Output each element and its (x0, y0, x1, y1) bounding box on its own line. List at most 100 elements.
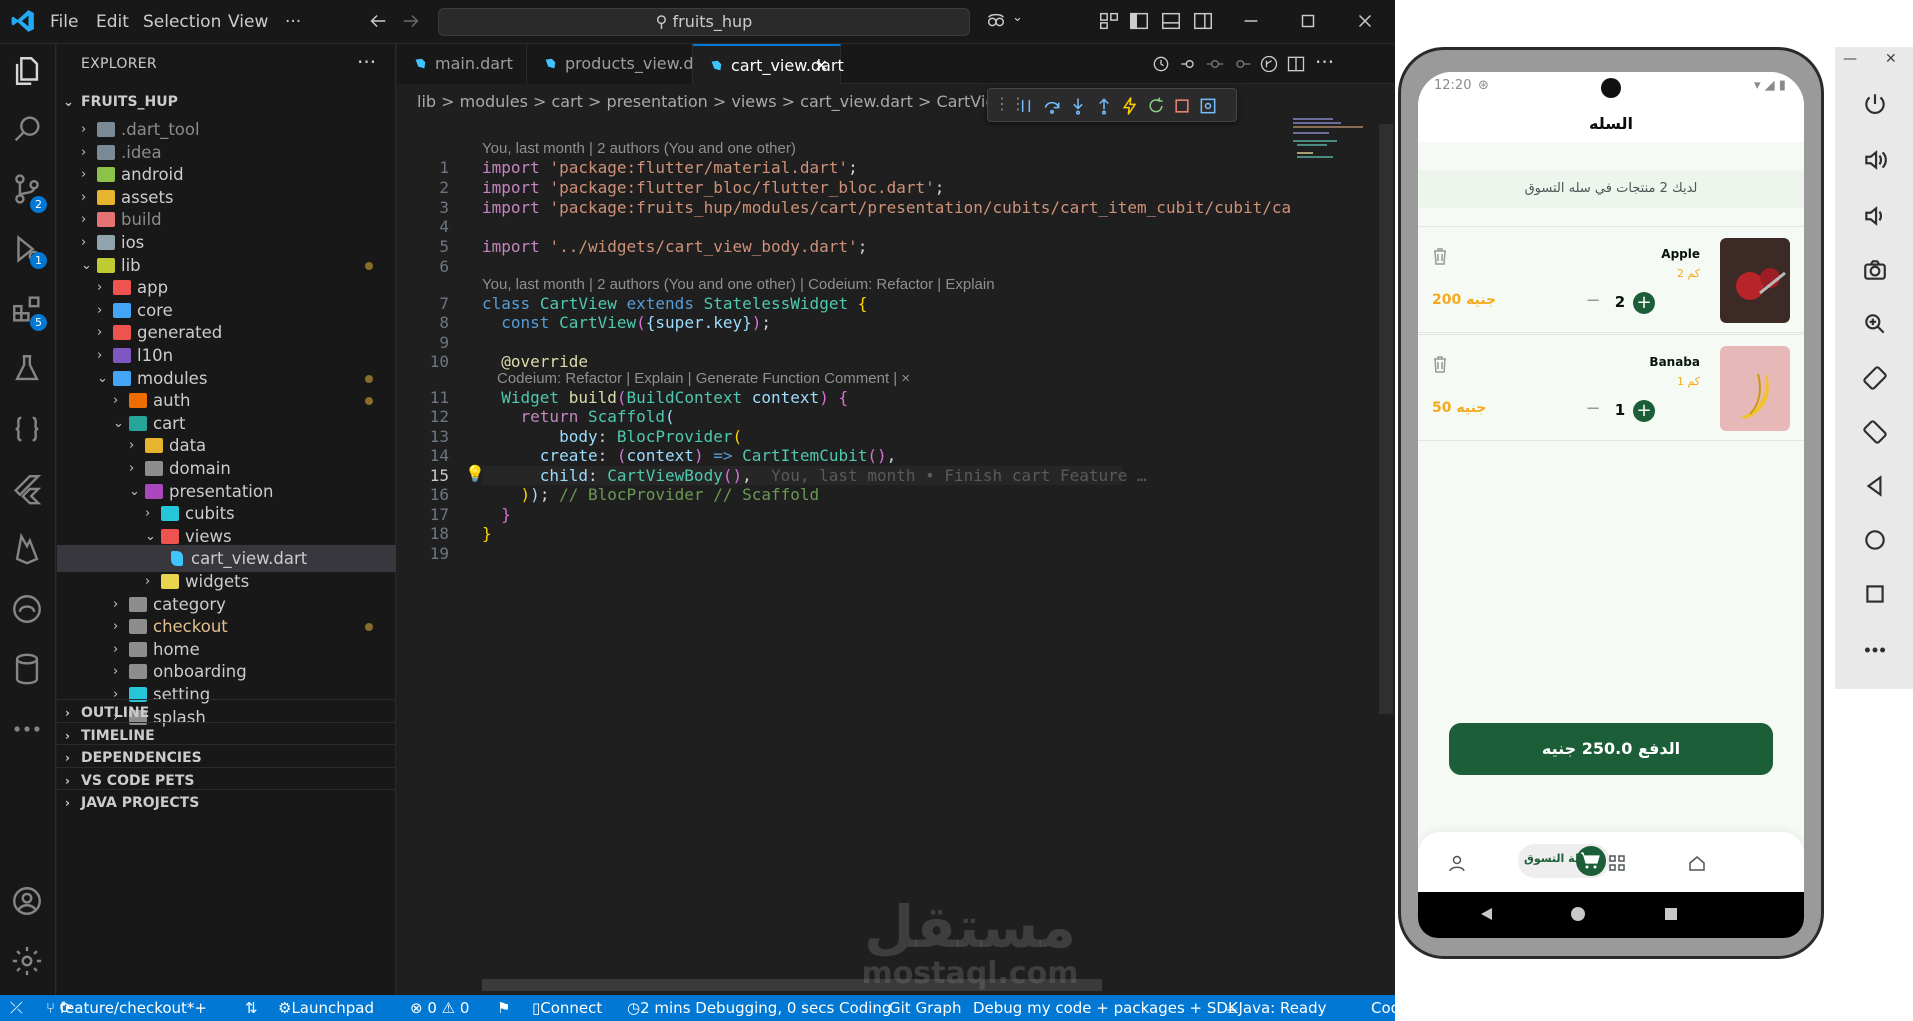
checkout-pay-button[interactable]: الدفع 250.0 جنيه (1449, 723, 1773, 775)
explorer-files-icon[interactable] (10, 54, 44, 88)
widget-inspector-icon[interactable] (1198, 96, 1218, 116)
android-home-icon[interactable] (1570, 906, 1586, 922)
increase-quantity-button[interactable]: + (1633, 400, 1655, 422)
profile-user-icon[interactable] (1448, 854, 1466, 872)
launchpad-status[interactable]: ⚙ Launchpad (278, 995, 374, 1021)
banana-product-image[interactable] (1720, 346, 1790, 431)
pause-icon[interactable] (1016, 96, 1036, 116)
rotate-right-icon[interactable] (1862, 419, 1888, 445)
testing-flask-icon[interactable] (10, 352, 44, 386)
next-change-icon[interactable] (1232, 54, 1252, 74)
git-pull-icon[interactable]: ⇅ (245, 995, 258, 1021)
git-graph-status[interactable]: Git Graph (889, 995, 961, 1021)
wakatime-status[interactable]: ◷ 2 mins Debugging, 0 secs Coding (627, 995, 891, 1021)
home-icon[interactable] (1688, 854, 1706, 872)
restart-icon[interactable] (1146, 96, 1166, 116)
tab-main-dart[interactable]: main.dart (397, 44, 527, 84)
code-line-18: } (482, 524, 492, 543)
remote-icon[interactable]: ⤫ (10, 995, 23, 1021)
menu-more[interactable]: ··· (285, 12, 301, 32)
decrease-quantity-button[interactable]: − (1582, 290, 1604, 312)
java-status[interactable]: ☕ Java: Ready (1225, 995, 1327, 1021)
power-icon[interactable] (1862, 91, 1888, 117)
branch-status[interactable]: ⑂ feature/checkout*+ ⟳ (46, 995, 207, 1021)
emulator-close-icon[interactable]: ✕ (1885, 51, 1897, 67)
copilot-icon[interactable] (985, 10, 1007, 32)
toggle-panel-icon[interactable] (1160, 10, 1182, 32)
debug-mode-status[interactable]: Debug my code + packages + SDK (973, 995, 1238, 1021)
more-options-icon[interactable] (1862, 637, 1888, 663)
hot-reload-icon[interactable] (1120, 96, 1140, 116)
codelens-class[interactable]: You, last month | 2 authors (You and one… (482, 276, 995, 293)
rotate-left-icon[interactable] (1862, 365, 1888, 391)
apple-product-image[interactable] (1720, 238, 1790, 323)
codelens-authors[interactable]: You, last month | 2 authors (You and one… (482, 140, 796, 157)
editor-more-icon[interactable]: ··· (1315, 50, 1334, 74)
menu-edit[interactable]: Edit (96, 12, 129, 32)
trash-icon[interactable] (1432, 355, 1448, 373)
flutter-icon[interactable] (10, 472, 44, 506)
toggle-secondary-sidebar-icon[interactable] (1192, 10, 1214, 32)
folder-icon (145, 461, 163, 476)
firebase-icon[interactable] (10, 532, 44, 566)
more-views-icon[interactable] (10, 712, 44, 746)
back-arrow-icon[interactable] (367, 10, 389, 32)
menu-file[interactable]: File (50, 12, 78, 32)
volume-down-icon[interactable] (1862, 203, 1888, 229)
timeline-history-icon[interactable] (1151, 54, 1171, 74)
back-triangle-icon[interactable] (1862, 473, 1888, 499)
git-graph-icon[interactable] (1259, 54, 1279, 74)
android-back-icon[interactable] (1478, 906, 1494, 922)
emulator-minimize-icon[interactable]: — (1843, 51, 1857, 67)
decrease-quantity-button[interactable]: − (1582, 398, 1604, 420)
toggle-sidebar-icon[interactable] (1128, 10, 1150, 32)
maximize-icon[interactable] (1297, 10, 1319, 32)
database-icon[interactable] (10, 652, 44, 686)
home-circle-icon[interactable] (1862, 527, 1888, 553)
minimize-icon[interactable] (1240, 10, 1262, 32)
json-braces-icon[interactable] (10, 412, 44, 446)
screenshot-camera-icon[interactable] (1862, 257, 1888, 283)
categories-grid-icon[interactable] (1608, 854, 1626, 872)
step-over-icon[interactable] (1042, 96, 1062, 116)
customize-layout-icon[interactable] (1098, 10, 1120, 32)
explorer-more-icon[interactable]: ··· (357, 50, 376, 74)
menu-view[interactable]: View (228, 12, 268, 32)
tab-products-view-dart[interactable]: products_view.dart (527, 44, 716, 84)
connect-status[interactable]: ▯ Connect (532, 995, 602, 1021)
volume-up-icon[interactable] (1862, 147, 1888, 173)
vertical-scrollbar[interactable] (1379, 124, 1393, 714)
forward-arrow-icon[interactable] (400, 10, 422, 32)
split-editor-icon[interactable] (1286, 54, 1306, 74)
increase-quantity-button[interactable]: + (1633, 292, 1655, 314)
pane-java-projects[interactable]: › JAVA PROJECTS (57, 789, 396, 816)
previous-change-icon[interactable] (1205, 54, 1225, 74)
modified-dot (365, 397, 373, 406)
explorer-root-folder[interactable]: ⌄ FRUITS_HUP (57, 89, 396, 116)
edge-browser-icon[interactable] (10, 592, 44, 626)
zoom-icon[interactable] (1862, 311, 1888, 337)
settings-gear-icon[interactable] (10, 944, 44, 978)
tab-close-icon[interactable]: ✕ (815, 46, 828, 86)
step-out-icon[interactable] (1094, 96, 1114, 116)
nav-cart-tab[interactable]: سلة التسوق (1518, 844, 1610, 878)
breadcrumb[interactable]: lib > modules > cart > presentation > vi… (417, 92, 1008, 111)
menu-selection[interactable]: Selection (143, 12, 221, 32)
minimap[interactable] (1293, 114, 1373, 194)
tab-cart-view-dart[interactable]: cart_view.dart ✕ (693, 44, 844, 86)
android-recents-icon[interactable] (1663, 906, 1679, 922)
trash-icon[interactable] (1432, 247, 1448, 265)
codelens-build[interactable]: Codeium: Refactor | Explain | Generate F… (497, 370, 910, 387)
search-icon[interactable] (10, 112, 44, 146)
copilot-chevron-icon[interactable]: ⌄ (1012, 10, 1023, 25)
overview-square-icon[interactable] (1862, 581, 1888, 607)
step-into-icon[interactable] (1068, 96, 1088, 116)
close-icon[interactable] (1354, 10, 1376, 32)
problems-status[interactable]: ⊗ 0 ⚠ 0 (410, 995, 469, 1021)
command-center-search[interactable]: ⚲ fruits_hup (438, 8, 970, 36)
accounts-icon[interactable] (10, 884, 44, 918)
open-changes-icon[interactable] (1178, 54, 1198, 74)
debug-launch-icon[interactable]: ⚑ (497, 995, 510, 1021)
stop-icon[interactable] (1172, 96, 1192, 116)
codeium-status[interactable]: Cod (1371, 995, 1395, 1021)
